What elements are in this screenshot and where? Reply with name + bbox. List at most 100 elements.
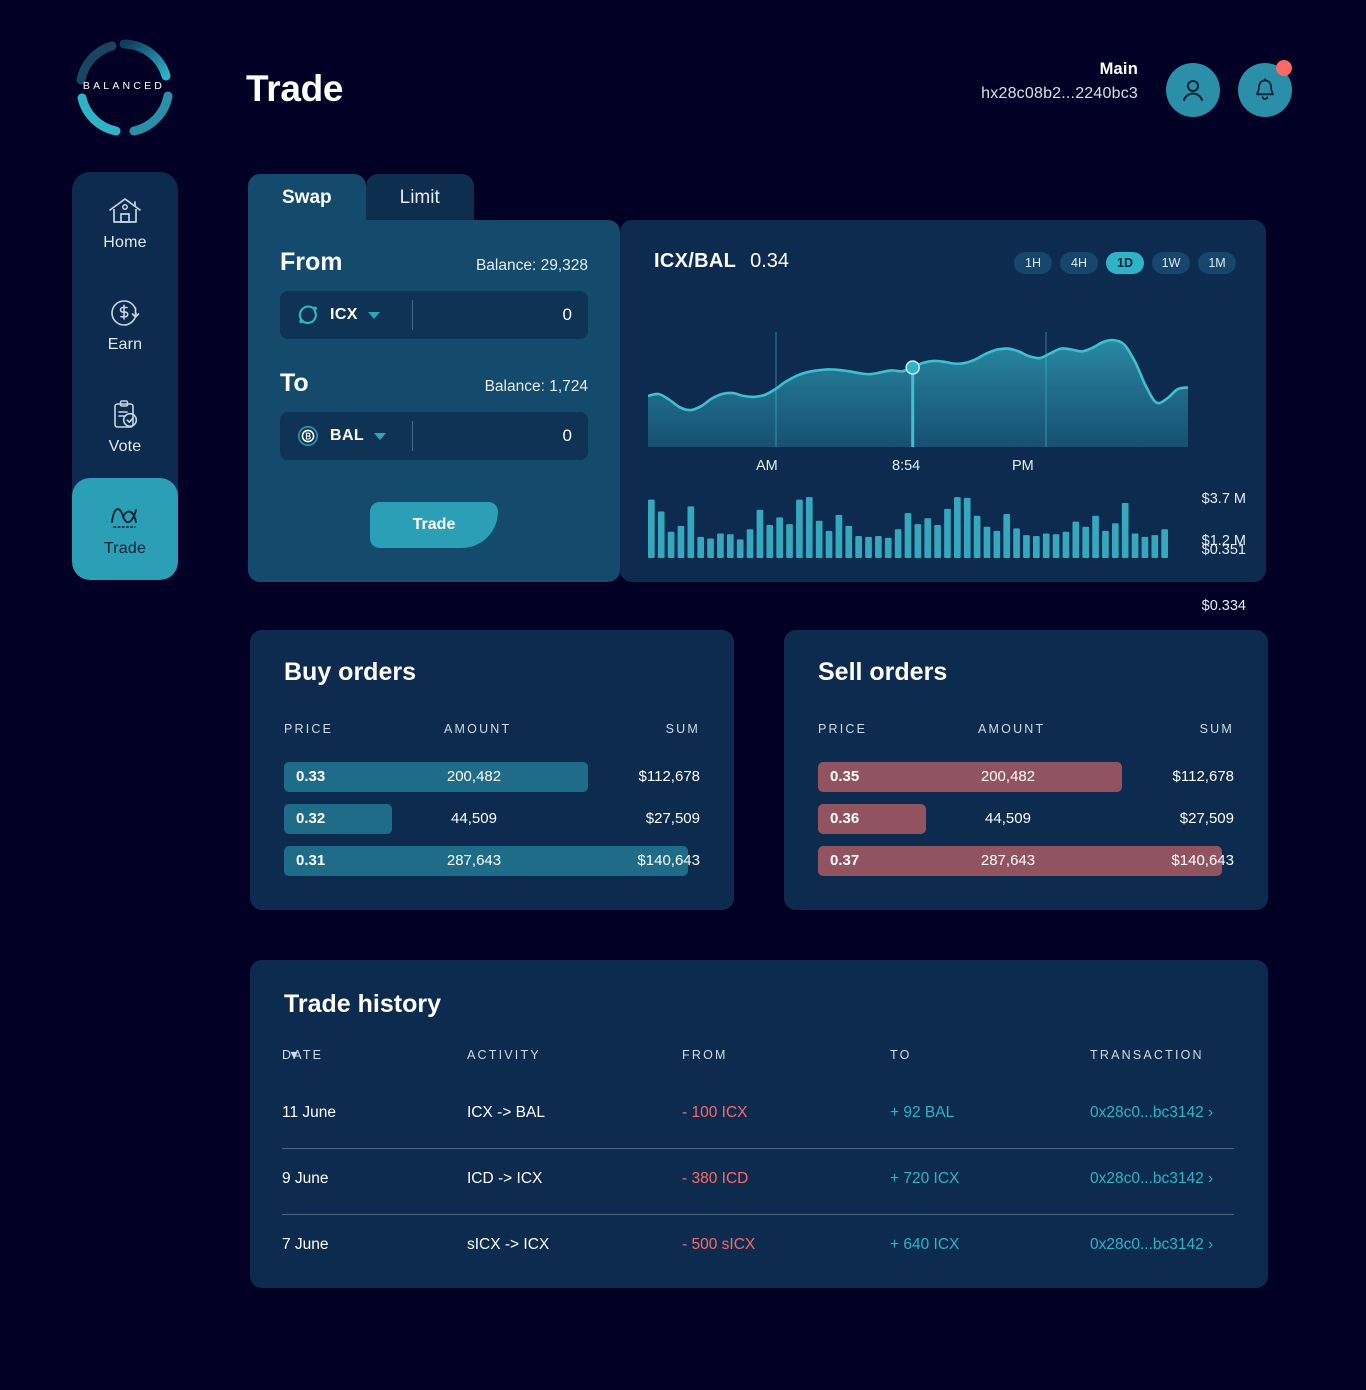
volume-bar: [1111, 523, 1119, 558]
volume-bar: [1121, 503, 1129, 558]
avatar-button[interactable]: [1166, 63, 1220, 117]
sort-desc-icon: ▼: [288, 1048, 303, 1062]
table-row[interactable]: 0.35 200,482 $112,678: [818, 762, 1234, 792]
volume-bar: [796, 499, 803, 558]
trade-history-header: DATE ▼ ACTIVITY FROM TO TRANSACTION: [282, 1048, 1234, 1068]
history-transaction-link[interactable]: 0x28c0...bc3142 ›: [1090, 1170, 1213, 1188]
sell-orders-header: PRICE AMOUNT SUM: [818, 722, 1234, 740]
history-activity: ICD -> ICX: [467, 1170, 543, 1187]
table-row[interactable]: 9 June ICD -> ICX - 380 ICD + 720 ICX 0x…: [282, 1156, 1234, 1208]
volume-bar: [884, 537, 892, 558]
brand-logo[interactable]: BALANCED: [72, 36, 176, 140]
volume-bar: [865, 536, 872, 558]
volume-bar: [1102, 530, 1109, 558]
order-sum: $112,678: [1172, 768, 1234, 785]
y-tick-mid: $0.334: [1201, 598, 1246, 614]
history-transaction-link[interactable]: 0x28c0...bc3142 ›: [1090, 1236, 1213, 1254]
x-tick-pm: PM: [1012, 458, 1034, 474]
order-amount: 200,482: [446, 768, 502, 785]
x-tick-time: 8:54: [892, 458, 921, 474]
table-row[interactable]: 0.32 44,509 $27,509: [284, 804, 700, 834]
timerange-group: 1H 4H 1D 1W 1M: [1014, 252, 1236, 274]
row-divider: [282, 1148, 1234, 1149]
pair-name: ICX/BAL: [654, 250, 737, 272]
history-to: + 720 ICX: [890, 1170, 960, 1187]
from-token-selector[interactable]: ICX: [296, 303, 412, 327]
account-info[interactable]: Main hx28c08b2...2240bc3: [981, 60, 1138, 103]
volume-bar: [1042, 533, 1050, 558]
table-row[interactable]: 7 June sICX -> ICX - 500 sICX + 640 ICX …: [282, 1222, 1234, 1274]
table-row[interactable]: 11 June ICX -> BAL - 100 ICX + 92 BAL 0x…: [282, 1090, 1234, 1142]
volume-bar: [1033, 536, 1040, 558]
bell-icon: [1256, 78, 1274, 100]
column-activity: ACTIVITY: [467, 1048, 541, 1062]
sidebar-item-label: Home: [103, 234, 147, 251]
to-block: To Balance: 1,724 BAL 0: [280, 369, 588, 460]
to-balance: Balance: 1,724: [484, 378, 588, 395]
volume-bar: [954, 497, 961, 558]
table-row[interactable]: 0.37 287,643 $140,643: [818, 846, 1234, 876]
from-row-header: From Balance: 29,328: [280, 248, 588, 277]
volume-bar: [707, 538, 714, 558]
volume-bar: [1062, 531, 1070, 558]
tab-swap[interactable]: Swap: [248, 174, 366, 222]
volume-bar: [1072, 521, 1080, 558]
page-title: Trade: [246, 68, 344, 109]
sidebar-item-trade[interactable]: Trade: [72, 478, 178, 580]
sidebar-nav: Home Earn Vote Trade: [72, 172, 178, 580]
sidebar-item-label: Vote: [108, 438, 142, 455]
range-1d[interactable]: 1D: [1106, 252, 1144, 274]
price-area-chart: [648, 332, 1188, 447]
history-transaction-link[interactable]: 0x28c0...bc3142 ›: [1090, 1104, 1213, 1122]
from-token-symbol: ICX: [330, 306, 358, 323]
volume-bar: [973, 515, 981, 558]
range-1w[interactable]: 1W: [1152, 252, 1190, 274]
volume-bar: [904, 513, 912, 558]
sidebar-item-home[interactable]: Home: [72, 172, 178, 274]
order-amount: 287,643: [446, 852, 502, 869]
order-sum: $140,643: [1171, 852, 1234, 869]
history-from: - 380 ICD: [682, 1170, 749, 1187]
user-icon: [1183, 80, 1203, 101]
order-sum: $112,678: [638, 768, 700, 785]
range-1h[interactable]: 1H: [1014, 252, 1052, 274]
volume-bar: [894, 529, 902, 558]
volume-bar: [677, 525, 685, 558]
history-activity: sICX -> ICX: [467, 1236, 550, 1253]
trade-history-card: Trade history DATE ▼ ACTIVITY FROM TO TRA…: [250, 960, 1268, 1288]
sell-orders-title: Sell orders: [818, 658, 948, 686]
trade-submit-button[interactable]: Trade: [370, 502, 498, 548]
volume-bar-chart: [648, 497, 1168, 558]
volume-bar: [1141, 536, 1149, 558]
history-from: - 500 sICX: [682, 1236, 756, 1253]
price-chart-panel: ICX/BAL 0.34 1H 4H 1D 1W 1M $0.351 $0.33…: [620, 220, 1266, 670]
volume-bar: [924, 518, 932, 558]
home-icon: [109, 198, 141, 223]
table-row[interactable]: 0.36 44,509 $27,509: [818, 804, 1234, 834]
from-field: ICX 0: [280, 291, 588, 339]
column-amount: AMOUNT: [444, 722, 512, 736]
volume-bar: [914, 524, 922, 558]
to-row-header: To Balance: 1,724: [280, 369, 588, 398]
order-amount: 44,509: [985, 810, 1031, 827]
sidebar-item-vote[interactable]: Vote: [72, 376, 178, 478]
sidebar-item-earn[interactable]: Earn: [72, 274, 178, 376]
table-row[interactable]: 0.33 200,482 $112,678: [284, 762, 700, 792]
field-divider: [412, 421, 413, 451]
notification-badge: [1276, 60, 1292, 76]
to-token-selector[interactable]: BAL: [296, 424, 412, 448]
range-4h[interactable]: 4H: [1060, 252, 1098, 274]
volume-bar: [766, 525, 774, 558]
buy-orders-title: Buy orders: [284, 658, 416, 686]
to-amount-input[interactable]: 0: [417, 426, 572, 446]
tab-limit[interactable]: Limit: [365, 174, 474, 222]
range-1m[interactable]: 1M: [1198, 252, 1236, 274]
table-row[interactable]: 0.31 287,643 $140,643: [284, 846, 700, 876]
volume-bar: [667, 531, 675, 558]
from-amount-input[interactable]: 0: [417, 305, 572, 325]
history-from: - 100 ICX: [682, 1104, 748, 1121]
swap-panel: From Balance: 29,328 ICX 0 To Balance: 1…: [248, 220, 620, 582]
history-date: 9 June: [282, 1170, 329, 1187]
volume-bar: [1092, 515, 1099, 558]
history-date: 7 June: [282, 1236, 329, 1253]
